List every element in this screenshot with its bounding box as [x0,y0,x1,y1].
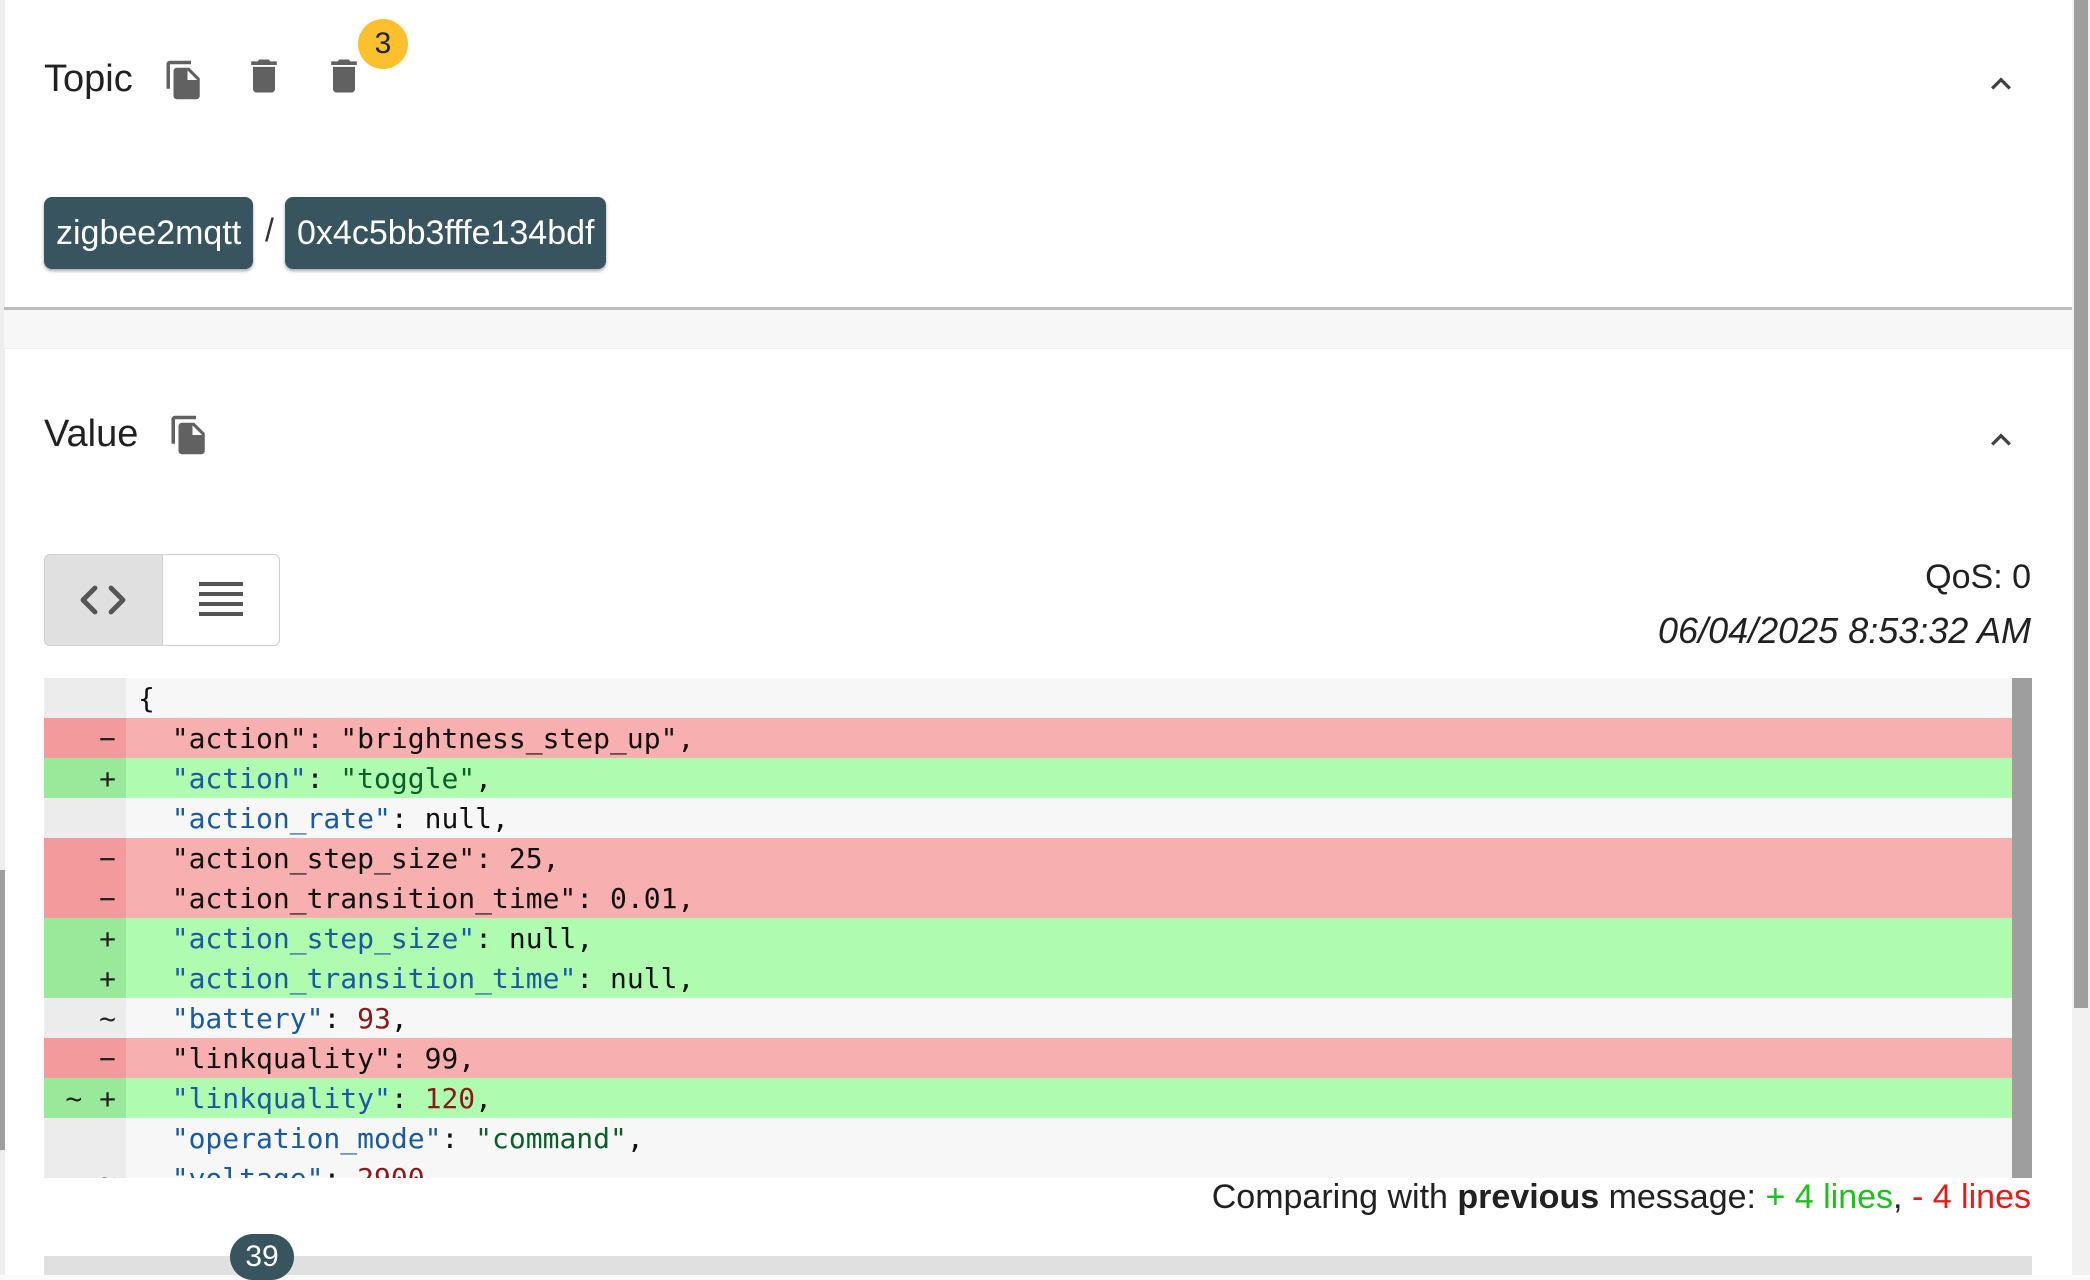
diff-line: + "action": "toggle", [44,758,2012,798]
chevron-up-icon [1991,77,2011,90]
qos-label: QoS: 0 [1925,558,2031,596]
compare-summary: Comparing with previous message: + 4 lin… [1212,1178,2031,1217]
compare-reference[interactable]: previous [1457,1178,1599,1216]
diff-gutter: − [44,878,126,918]
collapse-value-button[interactable] [1981,420,2021,460]
copy-topic-button[interactable] [160,54,208,106]
topic-chip-root[interactable]: zigbee2mqtt [44,197,254,269]
copy-icon [166,60,200,100]
diff-code: "action_transition_time": null, [171,961,695,995]
diff-code: "action_step_size": null, [171,921,594,955]
diff-code: { [138,681,155,715]
diff-code: "action": "brightness_step_up", [138,721,695,755]
raw-view-button[interactable] [163,555,280,645]
compare-prefix: Comparing with [1211,1178,1448,1216]
diff-line: − "linkquality": 99, [44,1038,2012,1078]
diff-code: "linkquality": 99, [138,1041,476,1075]
diff-gutter: + [44,758,126,798]
delete-all-icon [331,59,357,93]
diff-code: "operation_mode": "command", [171,1121,644,1155]
diff-scrollbar[interactable] [2012,678,2032,1178]
history-count-badge: 39 [230,1234,294,1280]
diff-code: "action": "toggle", [171,761,493,795]
diff-line: ~ + "linkquality": 120, [44,1078,2012,1118]
diff-gutter: − [44,1038,126,1078]
copy-value-button[interactable] [165,409,213,461]
topic-path-separator: / [265,212,274,248]
history-panel[interactable] [44,1256,2032,1275]
diff-line: "operation_mode": "command", [44,1118,2012,1158]
diff-gutter: ~ [44,1158,126,1178]
diff-gutter [44,1118,126,1158]
page-scrollbar-thumb[interactable] [2074,0,2088,1008]
added-lines-count: + 4 lines [1765,1178,1894,1216]
diff-line: + "action_transition_time": null, [44,958,2012,998]
delete-topic-button[interactable] [240,50,288,102]
diff-line: "action_rate": null, [44,798,2012,838]
delete-count-badge: 3 [358,19,408,69]
left-edge-dark [0,870,5,1150]
diff-line: { [44,678,2012,718]
diff-code: "voltage": 2900 [171,1161,425,1179]
removed-lines-count: - 4 lines [1911,1178,2031,1216]
diff-line: − "action": "brightness_step_up", [44,718,2012,758]
diff-viewer[interactable]: {− "action": "brightness_step_up", + "act… [44,678,2012,1178]
diff-code: "action_step_size": 25, [138,841,560,875]
chevron-up-icon [1991,433,2011,446]
section-gap [4,310,2072,349]
code-icon [80,585,126,615]
topic-chip-device[interactable]: 0x4c5bb3fffe134bdf [285,197,607,269]
diff-gutter: ~ [44,998,126,1038]
diff-gutter: + [44,918,126,958]
diff-line: + "action_step_size": null, [44,918,2012,958]
topic-title: Topic [44,58,133,100]
diff-line: − "action_step_size": 25, [44,838,2012,878]
value-title: Value [44,413,139,455]
diff-gutter: + [44,958,126,998]
diff-gutter [44,798,126,838]
compare-middle: message: [1608,1178,1756,1216]
diff-gutter: − [44,838,126,878]
diff-gutter: − [44,718,126,758]
compare-comma: , [1893,1178,1903,1216]
message-timestamp: 06/04/2025 8:53:32 AM [1658,610,2031,651]
diff-line: − "action_transition_time": 0.01, [44,878,2012,918]
diff-line: ~ "voltage": 2900 [44,1158,2012,1178]
diff-gutter [44,678,126,718]
delete-recursive-button[interactable] [320,50,368,102]
copy-icon [171,415,205,455]
diff-code: "battery": 93, [171,1001,408,1035]
diff-code: "linkquality": 120, [171,1081,493,1115]
delete-icon [251,59,277,93]
code-view-button[interactable] [45,555,163,645]
diff-line: ~ "battery": 93, [44,998,2012,1038]
diff-code: "action_transition_time": 0.01, [138,881,695,915]
diff-code: "action_rate": null, [171,801,509,835]
view-mode-toggle [44,554,280,646]
collapse-topic-button[interactable] [1981,64,2021,104]
diff-gutter: ~ + [44,1078,126,1118]
list-icon [198,582,243,616]
